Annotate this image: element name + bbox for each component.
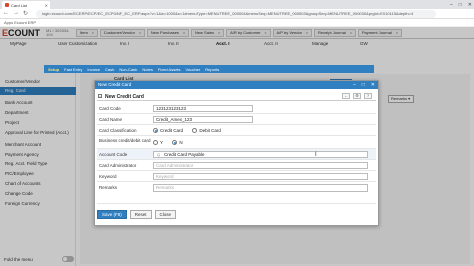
card-name-label: Card Name (99, 117, 123, 122)
account-code-input[interactable]: Credit Card Payable (153, 151, 368, 158)
submenu-reports[interactable]: Reports (205, 67, 219, 72)
submenu-invoice[interactable]: Invoice (87, 67, 100, 72)
radio-business-y[interactable]: Y (153, 140, 163, 145)
radio-debit-card[interactable]: Debit Card (192, 128, 221, 133)
close-window-icon[interactable]: ✕ (468, 2, 472, 8)
address-bar: ← → ↻ login.ecount.com/ECERP/ECP/EC_ECP0… (0, 9, 474, 19)
browser-tab[interactable]: Card List ✕ (2, 1, 50, 9)
card-code-input[interactable]: 123123123123 (153, 105, 253, 112)
business-card-radios: Y N (153, 140, 191, 147)
form-header: – New Credit Card ← ⚙ ? (97, 93, 376, 101)
maximize-icon[interactable]: □ (459, 2, 462, 8)
nav-buttons: ← → ↻ (3, 10, 28, 17)
text-cursor-icon: I (315, 152, 317, 158)
card-name-row: Card Name Credit_Amex_123 (97, 114, 376, 125)
settings-icon[interactable]: ⚙ (353, 93, 361, 99)
submenu-non-cash[interactable]: Non-Cash (119, 67, 137, 72)
dialog-title-bar: New Credit Card – □ ✕ (95, 81, 378, 89)
radio-credit-card[interactable]: Credit Card (153, 128, 183, 133)
tab-close-icon[interactable]: ✕ (45, 3, 48, 8)
card-administrator-label: Card Administrator (99, 163, 137, 168)
back-icon[interactable]: ← (3, 10, 9, 17)
keyword-label: Keyword (99, 174, 117, 179)
card-administrator-input[interactable]: Card Administrator (153, 162, 368, 169)
radio-business-n[interactable]: N (172, 140, 183, 145)
submenu-voucher[interactable]: Voucher (186, 67, 201, 72)
card-administrator-row: Card Administrator Card Administrator (97, 160, 376, 171)
new-credit-card-dialog: New Credit Card – □ ✕ – New Credit Card … (94, 80, 379, 226)
submenu-bar: Setup Fast Entry Invoice Cash Non-Cash N… (44, 65, 374, 73)
collapse-icon[interactable]: – (98, 94, 102, 98)
account-search-icon[interactable]: Q (157, 152, 160, 157)
minimize-icon[interactable]: – (450, 2, 453, 8)
card-code-label: Card Code (99, 106, 121, 111)
card-code-row: Card Code 123123123123 (97, 103, 376, 114)
minimize-icon[interactable]: – (353, 82, 356, 88)
keyword-row: Keyword Keyword (97, 171, 376, 182)
close-button[interactable]: Close (154, 210, 177, 219)
business-card-row: Business credit/debit card Y N (97, 136, 376, 149)
reload-icon[interactable]: ↻ (23, 10, 28, 17)
reset-button[interactable]: Reset (129, 210, 152, 219)
form-title: New Credit Card (105, 94, 144, 100)
submenu-setup[interactable]: Setup (48, 67, 59, 72)
radio-dot-icon (172, 140, 178, 145)
forward-icon[interactable]: → (13, 10, 19, 17)
account-code-row: Account Code Credit Card Payable Q I (97, 149, 376, 160)
remarks-row: Remarks Remarks (97, 182, 376, 204)
card-classification-label: Card Classification (99, 128, 137, 133)
maximize-icon[interactable]: □ (362, 82, 365, 88)
card-name-input[interactable]: Credit_Amex_123 (153, 116, 253, 123)
keyword-input[interactable]: Keyword (153, 173, 368, 180)
submenu-fixed-assets[interactable]: Fixed Assets (158, 67, 181, 72)
close-icon[interactable]: ✕ (371, 82, 375, 88)
dialog-footer: Save (F8) Reset Close (97, 210, 177, 219)
submenu-fast-entry[interactable]: Fast Entry (64, 67, 82, 72)
browser-tab-strip: Card List ✕ – □ ✕ (0, 0, 474, 9)
account-code-label: Account Code (99, 152, 128, 157)
help-icon[interactable]: ? (364, 93, 372, 99)
browser-tab-title: Card List (11, 2, 28, 8)
form-header-icons: ← ⚙ ? (342, 93, 372, 99)
submenu-notes[interactable]: Notes (142, 67, 152, 72)
bookmarks-bar[interactable]: Apps Ecount ERP (0, 19, 474, 27)
window-controls: – □ ✕ (450, 0, 472, 9)
save-button[interactable]: Save (F8) (97, 210, 127, 219)
url-field[interactable]: login.ecount.com/ECERP/ECP/EC_ECP0/NF_EC… (36, 10, 436, 18)
radio-dot-icon (153, 140, 158, 145)
radio-dot-icon (192, 128, 198, 133)
remarks-input[interactable]: Remarks (153, 184, 368, 192)
submenu-cash[interactable]: Cash (105, 67, 114, 72)
business-card-label: Business credit/debit card (99, 138, 151, 143)
ecount-favicon-icon (5, 3, 9, 7)
dialog-window-controls: – □ ✕ (353, 82, 375, 88)
back-icon[interactable]: ← (342, 93, 350, 99)
radio-dot-icon (153, 128, 158, 133)
card-classification-row: Card Classification Credit Card Debit Ca… (97, 125, 376, 136)
remarks-label: Remarks (99, 185, 118, 190)
dialog-title: New Credit Card (98, 82, 132, 87)
card-classification-radios: Credit Card Debit Card (153, 128, 229, 135)
